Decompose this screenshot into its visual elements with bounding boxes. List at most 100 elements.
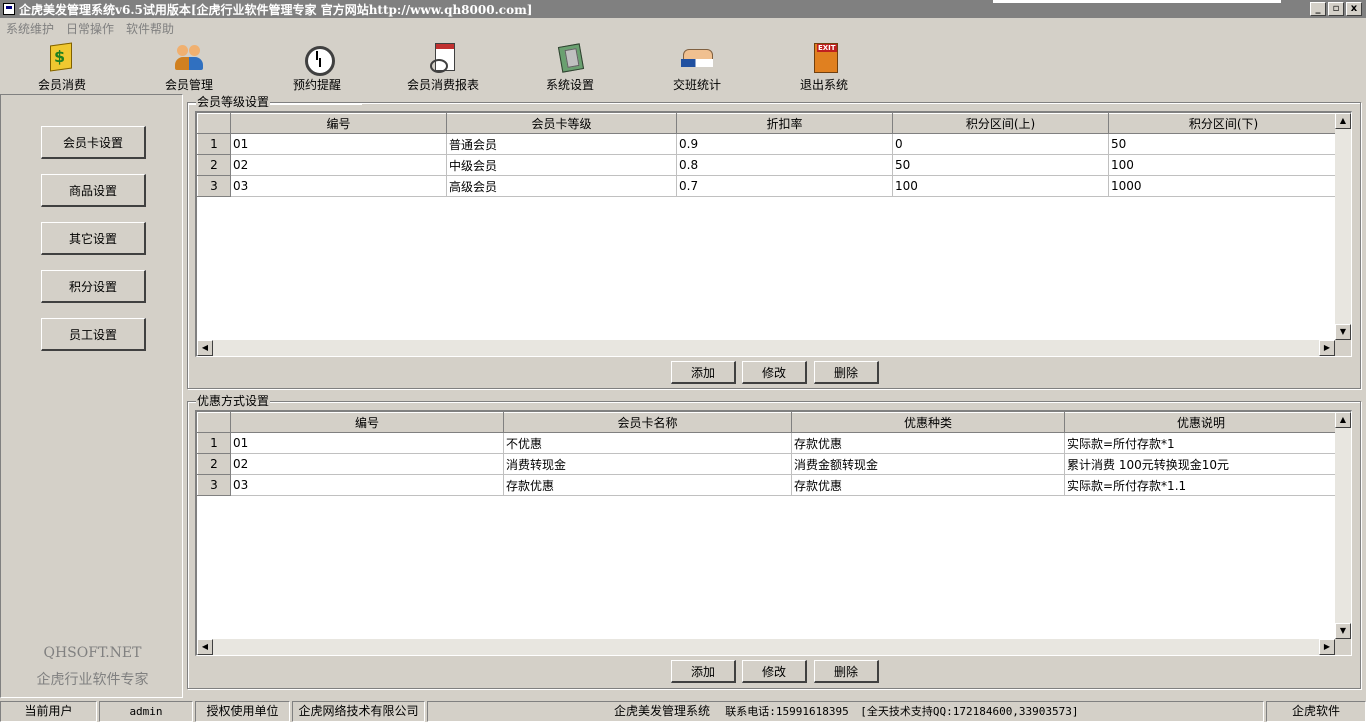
horizontal-scrollbar[interactable]: ◀ ▶ (197, 340, 1335, 356)
table-row[interactable]: 1 01 不优惠 存款优惠 实际款=所付存款*1 (197, 432, 1338, 454)
scroll-right-arrow[interactable]: ▶ (1319, 340, 1335, 356)
row-number[interactable]: 2 (197, 154, 231, 176)
toolbar-label: 会员消费报表 (406, 78, 479, 92)
edit-discount-button[interactable]: 修改 (742, 660, 807, 683)
row-number[interactable]: 1 (197, 432, 231, 454)
brand-website: QHSOFT.NET (43, 645, 142, 661)
cell[interactable]: 02 (230, 154, 447, 176)
scroll-left-arrow[interactable]: ◀ (197, 639, 213, 655)
toolbar-exit-system[interactable]: 退出系统 (779, 39, 869, 93)
cell[interactable]: 02 (230, 453, 504, 475)
cell[interactable]: 50 (892, 154, 1109, 176)
menu-system-maintenance[interactable]: 系统维护 (0, 20, 60, 37)
cell[interactable]: 存款优惠 (791, 474, 1065, 496)
cell[interactable]: 实际款=所付存款*1.1 (1064, 474, 1338, 496)
grid-corner (197, 113, 231, 134)
row-number[interactable]: 3 (197, 474, 231, 496)
cell[interactable]: 0.8 (676, 154, 893, 176)
table-row[interactable]: 3 03 高级会员 0.7 100 1000 (197, 175, 1339, 197)
cell[interactable]: 中级会员 (446, 154, 677, 176)
cell[interactable]: 01 (230, 133, 447, 155)
column-header[interactable]: 会员卡等级 (446, 113, 677, 134)
vertical-scrollbar[interactable]: ▲ ▼ (1335, 412, 1351, 639)
cell[interactable]: 不优惠 (503, 432, 792, 454)
app-icon[interactable] (3, 3, 15, 15)
cell[interactable]: 0 (892, 133, 1109, 155)
cell[interactable]: 100 (892, 175, 1109, 197)
vertical-scrollbar[interactable]: ▲ ▼ (1335, 113, 1351, 340)
staff-settings-button[interactable]: 员工设置 (41, 318, 146, 351)
cell[interactable]: 1000 (1108, 175, 1339, 197)
column-header[interactable]: 编号 (230, 113, 447, 134)
cell[interactable]: 50 (1108, 133, 1339, 155)
minimize-button[interactable]: _ (1310, 2, 1326, 16)
scroll-down-arrow[interactable]: ▼ (1335, 324, 1351, 340)
cell[interactable]: 0.7 (676, 175, 893, 197)
toolbar-shift-statistics[interactable]: 交班统计 (652, 39, 742, 93)
cell[interactable]: 0.9 (676, 133, 893, 155)
column-header[interactable]: 优惠说明 (1064, 412, 1338, 433)
column-header[interactable]: 优惠种类 (791, 412, 1065, 433)
scroll-up-arrow[interactable]: ▲ (1335, 113, 1351, 129)
toolbar-label: 退出系统 (799, 78, 848, 92)
cell[interactable]: 03 (230, 175, 447, 197)
discount-method-grid: 编号 会员卡名称 优惠种类 优惠说明 1 01 不优惠 存款优惠 实际款=所付存… (195, 410, 1352, 656)
add-level-button[interactable]: 添加 (671, 361, 736, 384)
toolbar-label: 会员消费 (37, 78, 86, 92)
product-settings-button[interactable]: 商品设置 (41, 174, 146, 207)
cell[interactable]: 01 (230, 432, 504, 454)
scroll-left-arrow[interactable]: ◀ (197, 340, 213, 356)
table-row[interactable]: 3 03 存款优惠 存款优惠 实际款=所付存款*1.1 (197, 474, 1338, 496)
cell[interactable]: 普通会员 (446, 133, 677, 155)
close-button[interactable]: x (1346, 2, 1362, 16)
toolbar-system-settings[interactable]: 系统设置 (525, 39, 615, 93)
menu-daily-operations[interactable]: 日常操作 (60, 20, 120, 37)
scrollbar-corner (1335, 340, 1351, 356)
delete-discount-button[interactable]: 删除 (814, 660, 879, 683)
column-header[interactable]: 折扣率 (676, 113, 893, 134)
cell[interactable]: 存款优惠 (791, 432, 1065, 454)
row-number[interactable]: 1 (197, 133, 231, 155)
restore-button[interactable]: ▫ (1328, 2, 1344, 16)
table-row[interactable]: 2 02 中级会员 0.8 50 100 (197, 154, 1339, 176)
consume-icon (46, 41, 78, 73)
grid-corner (197, 412, 231, 433)
toolbar-consumption-report[interactable]: 会员消费报表 (398, 39, 488, 93)
column-header[interactable]: 积分区间(上) (892, 113, 1109, 134)
cell[interactable]: 消费金额转现金 (791, 453, 1065, 475)
cell[interactable]: 消费转现金 (503, 453, 792, 475)
settings-icon (554, 41, 586, 73)
cell[interactable]: 实际款=所付存款*1 (1064, 432, 1338, 454)
column-header[interactable]: 积分区间(下) (1108, 113, 1339, 134)
discount-method-group: 优惠方式设置 编号 会员卡名称 优惠种类 优惠说明 1 01 不优惠 存款优惠 … (187, 394, 1361, 689)
horizontal-scrollbar[interactable]: ◀ ▶ (197, 639, 1335, 655)
cell[interactable]: 高级会员 (446, 175, 677, 197)
current-user-value: admin (99, 701, 193, 722)
edit-level-button[interactable]: 修改 (742, 361, 807, 384)
toolbar-member-management[interactable]: 会员管理 (144, 39, 234, 93)
table-row[interactable]: 1 01 普通会员 0.9 0 50 (197, 133, 1339, 155)
menu-software-help[interactable]: 软件帮助 (120, 20, 180, 37)
cell[interactable]: 存款优惠 (503, 474, 792, 496)
add-discount-button[interactable]: 添加 (671, 660, 736, 683)
report-icon (427, 41, 459, 73)
discount-method-table: 编号 会员卡名称 优惠种类 优惠说明 1 01 不优惠 存款优惠 实际款=所付存… (197, 412, 1338, 496)
row-number[interactable]: 3 (197, 175, 231, 197)
toolbar-member-consume[interactable]: 会员消费 (17, 39, 107, 93)
scroll-right-arrow[interactable]: ▶ (1319, 639, 1335, 655)
system-name: 企虎美发管理系统 (614, 704, 711, 718)
cell[interactable]: 03 (230, 474, 504, 496)
delete-level-button[interactable]: 删除 (814, 361, 879, 384)
scroll-down-arrow[interactable]: ▼ (1335, 623, 1351, 639)
cell[interactable]: 累计消费 100元转换现金10元 (1064, 453, 1338, 475)
row-number[interactable]: 2 (197, 453, 231, 475)
cell[interactable]: 100 (1108, 154, 1339, 176)
toolbar-appointment-reminder[interactable]: 预约提醒 (272, 39, 362, 93)
column-header[interactable]: 会员卡名称 (503, 412, 792, 433)
column-header[interactable]: 编号 (230, 412, 504, 433)
points-settings-button[interactable]: 积分设置 (41, 270, 146, 303)
card-settings-button[interactable]: 会员卡设置 (41, 126, 146, 159)
other-settings-button[interactable]: 其它设置 (41, 222, 146, 255)
scroll-up-arrow[interactable]: ▲ (1335, 412, 1351, 428)
table-row[interactable]: 2 02 消费转现金 消费金额转现金 累计消费 100元转换现金10元 (197, 453, 1338, 475)
